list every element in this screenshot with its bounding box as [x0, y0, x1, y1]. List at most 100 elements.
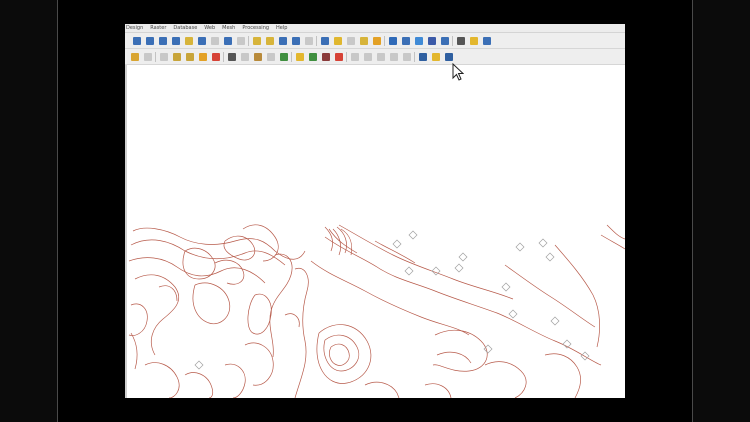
contour-line [324, 236, 602, 366]
spot-marker [404, 266, 414, 276]
menu-design[interactable]: Design [126, 24, 143, 33]
menu-bar: Design Raster Database Web Mesh Processi… [125, 24, 625, 33]
toolbar-separator [452, 36, 453, 46]
label-style-icon[interactable] [309, 53, 317, 61]
temporal-icon[interactable] [279, 37, 287, 45]
label-tool-icon[interactable] [351, 53, 359, 61]
sum-icon[interactable] [428, 37, 436, 45]
map-navigation-toolbar [125, 33, 625, 49]
spot-marker [508, 309, 518, 319]
select-all-icon[interactable] [373, 37, 381, 45]
menu-help[interactable]: Help [276, 24, 287, 33]
zoom-native-icon[interactable] [211, 37, 219, 45]
undo-icon[interactable] [267, 53, 275, 61]
toolbar-separator [291, 52, 292, 62]
pin-label-icon[interactable] [322, 53, 330, 61]
zoom-selection-icon[interactable] [185, 37, 193, 45]
select-features-icon[interactable] [334, 37, 342, 45]
right-desktop-panel [692, 0, 750, 422]
field-calculator-icon[interactable] [441, 37, 449, 45]
mouse-cursor-icon [452, 63, 464, 81]
label-tool-4-icon[interactable] [390, 53, 398, 61]
spot-marker [194, 360, 204, 370]
label-tool-2-icon[interactable] [364, 53, 372, 61]
contour-line [269, 253, 293, 358]
annotation-icon[interactable] [483, 37, 491, 45]
contour-line [130, 239, 286, 266]
left-desktop-panel [0, 0, 58, 422]
python-console-icon[interactable] [419, 53, 427, 61]
digitize-icon[interactable] [160, 53, 168, 61]
label-tool-5-icon[interactable] [403, 53, 411, 61]
contour-line [424, 383, 452, 398]
spot-marker [454, 263, 464, 273]
measure-icon[interactable] [457, 37, 465, 45]
plugin-icon[interactable] [432, 53, 440, 61]
contour-line [158, 285, 178, 302]
menu-mesh[interactable]: Mesh [222, 24, 235, 33]
bookmark-icon[interactable] [292, 37, 300, 45]
paste-icon[interactable] [254, 53, 262, 61]
delete-icon[interactable] [212, 53, 220, 61]
contour-line [316, 324, 372, 384]
toolbar-separator [384, 36, 385, 46]
new-3d-view-icon[interactable] [266, 37, 274, 45]
redo-icon[interactable] [280, 53, 288, 61]
zoom-in-icon[interactable] [146, 37, 154, 45]
toolbar-separator [414, 52, 415, 62]
pan-icon[interactable] [133, 37, 141, 45]
zoom-next-icon[interactable] [237, 37, 245, 45]
menu-processing[interactable]: Processing [242, 24, 269, 33]
edit-attributes-icon[interactable] [199, 53, 207, 61]
refresh-icon[interactable] [321, 37, 329, 45]
contour-line [606, 224, 625, 240]
new-map-view-icon[interactable] [253, 37, 261, 45]
deselect-icon[interactable] [360, 37, 368, 45]
spot-marker [392, 239, 402, 249]
select-by-value-icon[interactable] [347, 37, 355, 45]
contour-line [324, 226, 333, 252]
toolbar-separator [346, 52, 347, 62]
spot-marker [408, 230, 418, 240]
zoom-layer-icon[interactable] [198, 37, 206, 45]
spot-marker [458, 252, 468, 262]
contour-line [436, 351, 472, 364]
settings-gear-icon[interactable] [415, 37, 423, 45]
contour-line [504, 264, 596, 328]
label-icon[interactable] [296, 53, 304, 61]
digitizing-toolbar [125, 49, 625, 65]
menu-database[interactable]: Database [173, 24, 197, 33]
show-bookmarks-icon[interactable] [305, 37, 313, 45]
qgis-window: Design Raster Database Web Mesh Processi… [125, 24, 625, 398]
zoom-out-icon[interactable] [159, 37, 167, 45]
save-edits-icon[interactable] [144, 53, 152, 61]
help-icon[interactable] [445, 53, 453, 61]
contour-line [224, 363, 246, 398]
map-canvas[interactable] [125, 65, 625, 398]
zoom-last-icon[interactable] [224, 37, 232, 45]
toolbar-separator [316, 36, 317, 46]
vertex-tool-icon[interactable] [173, 53, 181, 61]
add-feature-icon[interactable] [186, 53, 194, 61]
cut-icon[interactable] [228, 53, 236, 61]
label-tool-3-icon[interactable] [377, 53, 385, 61]
identify-icon[interactable] [389, 37, 397, 45]
contour-line [242, 224, 279, 262]
spot-marker [501, 282, 511, 292]
spot-marker [550, 316, 560, 326]
contour-map [128, 224, 625, 398]
map-tips-icon[interactable] [470, 37, 478, 45]
rotate-label-icon[interactable] [335, 53, 343, 61]
toolbar-separator [155, 52, 156, 62]
pencil-edit-icon[interactable] [131, 53, 139, 61]
toolbar-separator [248, 36, 249, 46]
copy-icon[interactable] [241, 53, 249, 61]
menu-raster[interactable]: Raster [150, 24, 166, 33]
attribute-table-icon[interactable] [402, 37, 410, 45]
zoom-full-icon[interactable] [172, 37, 180, 45]
contour-line [544, 353, 581, 398]
contour-line [294, 267, 309, 398]
contour-line [364, 381, 400, 398]
menu-web[interactable]: Web [204, 24, 215, 33]
contour-line [432, 329, 488, 372]
